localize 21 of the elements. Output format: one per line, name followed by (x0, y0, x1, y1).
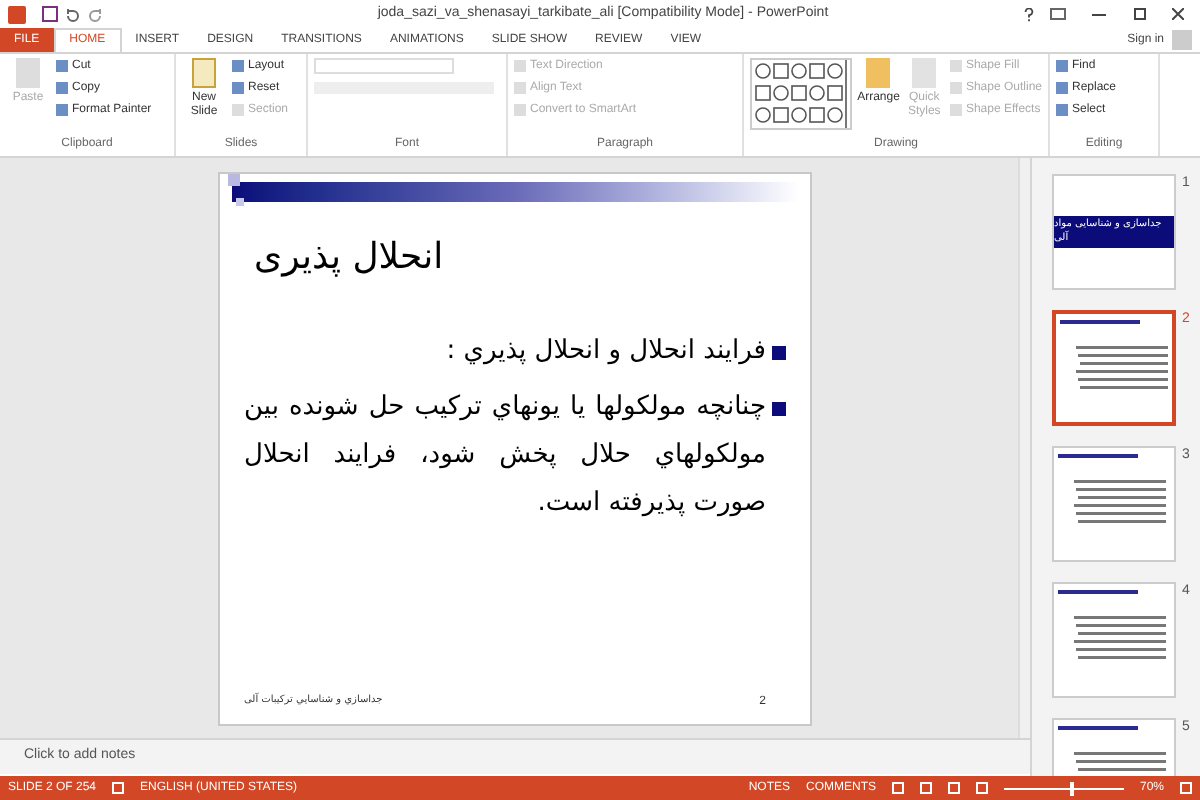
slide-thumbnail[interactable] (1052, 310, 1176, 426)
save-icon[interactable] (42, 6, 58, 22)
app-icon (8, 5, 26, 23)
minimize-icon[interactable] (1092, 13, 1106, 15)
redo-icon[interactable] (88, 7, 102, 21)
undo-icon[interactable] (66, 7, 80, 21)
zoom-slider-thumb[interactable] (1069, 781, 1074, 795)
bullet-icon (772, 401, 786, 415)
close-icon[interactable] (1172, 8, 1184, 20)
shapes-gallery-drawing[interactable] (750, 58, 853, 130)
bullet-text: فرایند انحلال و انحلال پذيري : (446, 333, 766, 369)
restore-icon[interactable] (1134, 8, 1146, 20)
slide-title: انحلال پذیری (252, 233, 446, 281)
ribbon-options-icon[interactable] (1050, 8, 1066, 20)
slide-thumbnail[interactable] (1052, 446, 1176, 562)
font-name-field[interactable] (314, 58, 454, 74)
scrollbar[interactable] (1018, 158, 1030, 738)
bullet-icon (772, 345, 786, 359)
help-icon[interactable] (1024, 7, 1034, 21)
slide-thumbnail[interactable] (1052, 582, 1176, 698)
bullet-text: چنانچه مولکولها يا يونهاي ترکيب حل شونده بين مولکولهاي حلال پخش شود، فرايند انحلال صورت پذيرفته است. (244, 389, 766, 521)
